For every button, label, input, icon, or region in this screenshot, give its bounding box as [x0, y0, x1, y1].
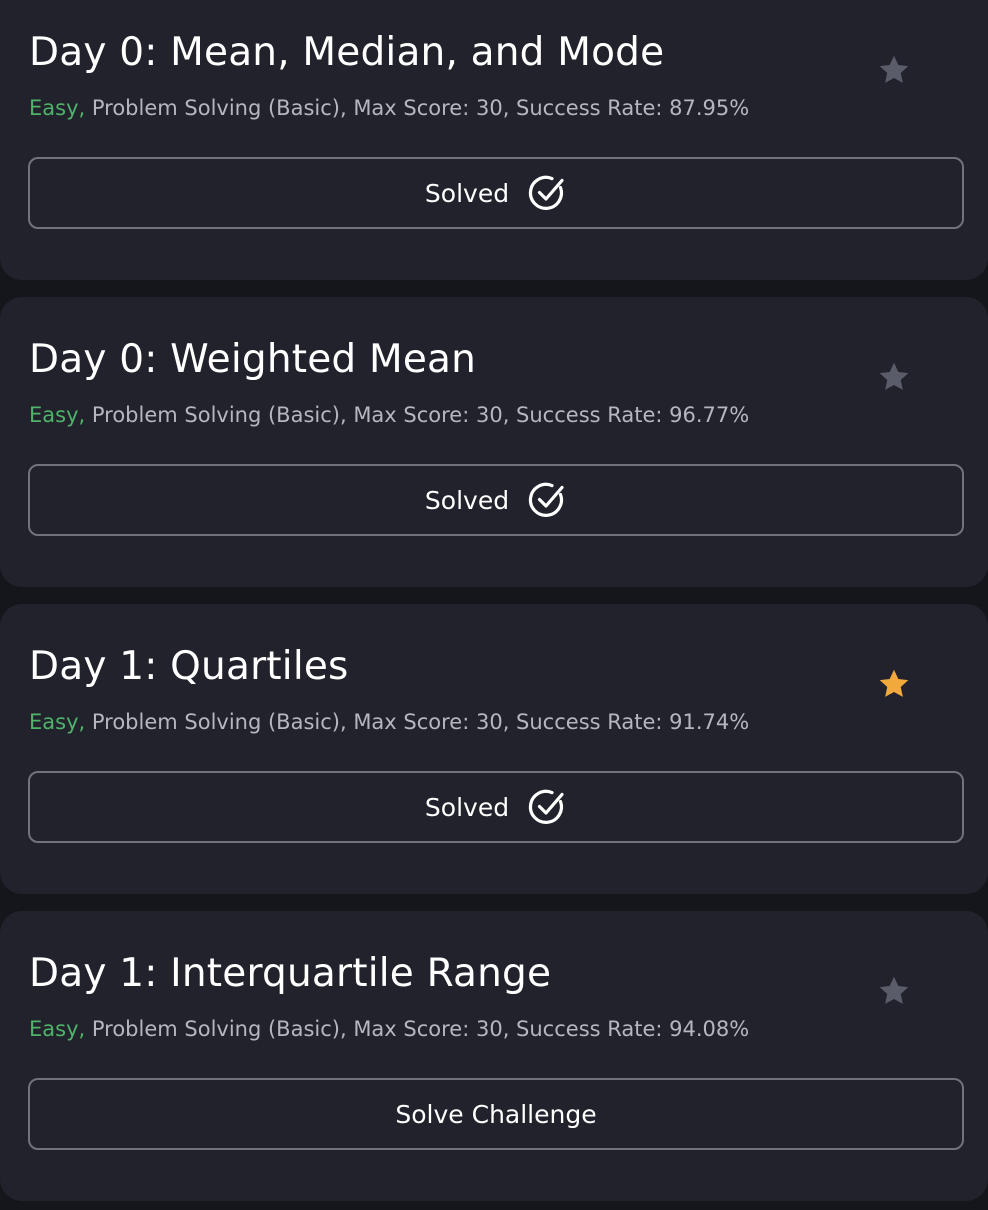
button-label: Solved: [424, 178, 510, 208]
challenge-meta: Easy, Problem Solving (Basic), Max Score…: [29, 1017, 749, 1041]
challenge-title[interactable]: Day 1: Quartiles: [29, 644, 349, 689]
button-label: Solve Challenge: [395, 1099, 597, 1129]
challenge-title[interactable]: Day 0: Mean, Median, and Mode: [29, 30, 664, 75]
challenge-title[interactable]: Day 0: Weighted Mean: [29, 337, 476, 382]
challenge-details: Problem Solving (Basic), Max Score: 30, …: [85, 96, 750, 120]
difficulty-label: Easy,: [29, 96, 86, 120]
challenge-card: Day 1: Quartiles Easy, Problem Solving (…: [0, 604, 988, 894]
challenge-card: Day 0: Mean, Median, and Mode Easy, Prob…: [0, 0, 988, 280]
challenge-details: Problem Solving (Basic), Max Score: 30, …: [85, 1017, 750, 1041]
challenge-title[interactable]: Day 1: Interquartile Range: [29, 951, 551, 996]
challenge-details: Problem Solving (Basic), Max Score: 30, …: [85, 403, 750, 427]
difficulty-label: Easy,: [29, 710, 86, 734]
difficulty-label: Easy,: [29, 1017, 86, 1041]
challenge-meta: Easy, Problem Solving (Basic), Max Score…: [29, 710, 749, 734]
solved-button[interactable]: Solved: [28, 157, 964, 229]
star-icon[interactable]: [876, 52, 912, 88]
button-label: Solved: [424, 485, 510, 515]
solved-button[interactable]: Solved: [28, 464, 964, 536]
challenge-meta: Easy, Problem Solving (Basic), Max Score…: [29, 96, 749, 120]
solved-button[interactable]: Solved: [28, 771, 964, 843]
star-icon[interactable]: [876, 973, 912, 1009]
challenge-meta: Easy, Problem Solving (Basic), Max Score…: [29, 403, 749, 427]
challenge-card: Day 0: Weighted Mean Easy, Problem Solvi…: [0, 297, 988, 587]
star-icon[interactable]: [876, 666, 912, 702]
difficulty-label: Easy,: [29, 403, 86, 427]
check-circle-icon: [528, 175, 564, 210]
button-label: Solved: [424, 792, 510, 822]
challenge-details: Problem Solving (Basic), Max Score: 30, …: [85, 710, 750, 734]
check-circle-icon: [528, 789, 564, 824]
solve-challenge-button[interactable]: Solve Challenge: [28, 1078, 964, 1150]
check-circle-icon: [528, 482, 564, 517]
challenge-list: Day 0: Mean, Median, and Mode Easy, Prob…: [0, 0, 988, 1210]
challenge-card: Day 1: Interquartile Range Easy, Problem…: [0, 911, 988, 1201]
star-icon[interactable]: [876, 359, 912, 395]
